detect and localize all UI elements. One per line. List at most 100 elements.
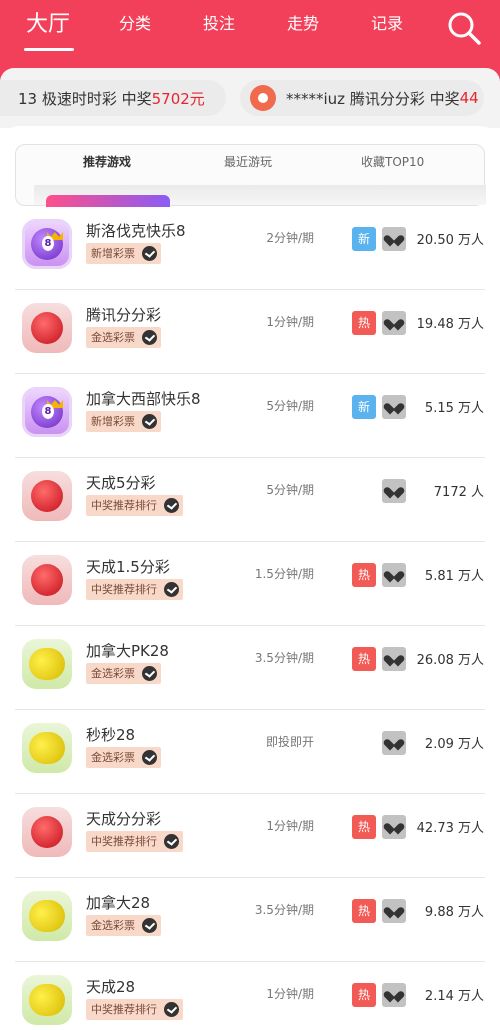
- game-row[interactable]: 加拿大PK28 金选彩票 3.5分钟/期 热 26.08 万人: [0, 626, 500, 710]
- game-tag[interactable]: 金选彩票: [86, 327, 161, 348]
- game-tag[interactable]: 新增彩票: [86, 243, 161, 264]
- player-count: 5.81 万人: [424, 569, 484, 584]
- game-tag-label: 金选彩票: [91, 667, 135, 680]
- game-name: 天成28: [86, 978, 136, 996]
- game-row[interactable]: 腾讯分分彩 金选彩票 1分钟/期 热 19.48 万人: [0, 290, 500, 374]
- game-tag[interactable]: 新增彩票: [86, 411, 161, 432]
- game-tag[interactable]: 金选彩票: [86, 915, 161, 936]
- game-row[interactable]: 天成5分彩 中奖推荐排行 5分钟/期 7172 人: [0, 458, 500, 542]
- heart-favorite-icon[interactable]: [382, 563, 406, 587]
- game-name: 天成1.5分彩: [86, 558, 170, 576]
- draw-period: 1分钟/期: [266, 315, 314, 329]
- chevron-right-icon: [142, 918, 157, 933]
- nav-tab-bet[interactable]: 投注: [203, 10, 235, 34]
- game-tag-label: 中奖推荐排行: [91, 1003, 157, 1016]
- game-name: 加拿大西部快乐8: [86, 390, 201, 408]
- player-count: 42.73 万人: [416, 821, 484, 836]
- draw-period: 3.5分钟/期: [254, 651, 314, 665]
- game-tag[interactable]: 中奖推荐排行: [86, 495, 183, 516]
- draw-period: 3.5分钟/期: [254, 903, 314, 917]
- yellow-balls-icon[interactable]: [22, 639, 72, 689]
- chevron-right-icon: [164, 1002, 179, 1017]
- tab-recommended[interactable]: 推荐游戏: [83, 153, 131, 170]
- game-tag-label: 中奖推荐排行: [91, 583, 157, 596]
- heart-favorite-icon[interactable]: [382, 647, 406, 671]
- game-name: 加拿大PK28: [86, 642, 169, 660]
- heart-favorite-icon[interactable]: [382, 983, 406, 1007]
- game-tag[interactable]: 中奖推荐排行: [86, 831, 183, 852]
- nav-tab-lobby[interactable]: 大厅: [26, 6, 70, 38]
- game-name: 斯洛伐克快乐8: [86, 222, 186, 240]
- game-tag[interactable]: 中奖推荐排行: [86, 999, 183, 1020]
- heart-favorite-icon[interactable]: [382, 311, 406, 335]
- game-tag[interactable]: 中奖推荐排行: [86, 579, 183, 600]
- hot-badge: 热: [352, 311, 376, 335]
- game-row[interactable]: 天成28 中奖推荐排行 1分钟/期 热 2.14 万人: [0, 962, 500, 1030]
- game-tag-label: 金选彩票: [91, 751, 135, 764]
- draw-period: 1分钟/期: [266, 987, 314, 1001]
- heart-favorite-icon[interactable]: [382, 815, 406, 839]
- player-count: 9.88 万人: [424, 905, 484, 920]
- red-ball-icon[interactable]: [22, 807, 72, 857]
- chevron-right-icon: [164, 582, 179, 597]
- hot-badge: 热: [352, 563, 376, 587]
- yellow-balls-icon[interactable]: [22, 975, 72, 1025]
- purple-8-ball-icon[interactable]: 8: [22, 387, 72, 437]
- new-badge: 新: [352, 395, 376, 419]
- game-row[interactable]: 天成分分彩 中奖推荐排行 1分钟/期 热 42.73 万人: [0, 794, 500, 878]
- chevron-right-icon: [142, 246, 157, 261]
- lottery-logo-icon: [250, 85, 276, 111]
- game-tag-label: 中奖推荐排行: [91, 835, 157, 848]
- game-tag[interactable]: 金选彩票: [86, 663, 161, 684]
- game-row[interactable]: 8 斯洛伐克快乐8 新增彩票 2分钟/期 新 20.50 万人: [0, 206, 500, 290]
- game-name: 加拿大28: [86, 894, 151, 912]
- ticker-item: *****iuz 腾讯分分彩 中奖 44: [240, 80, 484, 116]
- ticker-item: 13 极速时时彩 中奖 5702元: [0, 80, 226, 116]
- purple-8-ball-icon[interactable]: 8: [22, 219, 72, 269]
- hot-badge: 热: [352, 647, 376, 671]
- game-row[interactable]: 秒秒28 金选彩票 即投即开 2.09 万人: [0, 710, 500, 794]
- draw-period: 5分钟/期: [266, 483, 314, 497]
- chevron-right-icon: [142, 414, 157, 429]
- yellow-balls-icon[interactable]: [22, 891, 72, 941]
- ball-icon: [31, 816, 63, 848]
- player-count: 7172 人: [433, 485, 484, 500]
- tab-favorites-top10[interactable]: 收藏TOP10: [361, 153, 424, 170]
- ball-icon: [29, 900, 65, 932]
- ball-icon: [29, 648, 65, 680]
- red-ball-icon[interactable]: [22, 303, 72, 353]
- game-tag-label: 中奖推荐排行: [91, 499, 157, 512]
- tab-recent[interactable]: 最近游玩: [224, 153, 272, 170]
- heart-favorite-icon[interactable]: [382, 395, 406, 419]
- player-count: 19.48 万人: [416, 317, 484, 332]
- game-row[interactable]: 8 加拿大西部快乐8 新增彩票 5分钟/期 新 5.15 万人: [0, 374, 500, 458]
- game-name: 秒秒28: [86, 726, 136, 744]
- active-tab-underline: [24, 48, 74, 51]
- heart-favorite-icon[interactable]: [382, 899, 406, 923]
- ball-icon: [31, 480, 63, 512]
- player-count: 2.09 万人: [424, 737, 484, 752]
- heart-favorite-icon[interactable]: [382, 227, 406, 251]
- ball-number: 8: [42, 404, 54, 419]
- player-count: 2.14 万人: [424, 989, 484, 1004]
- red-ball-icon[interactable]: [22, 471, 72, 521]
- chevron-right-icon: [142, 750, 157, 765]
- heart-favorite-icon[interactable]: [382, 479, 406, 503]
- ticker-text: *****iuz 腾讯分分彩 中奖: [286, 89, 460, 108]
- nav-tab-category[interactable]: 分类: [119, 10, 151, 34]
- game-row[interactable]: 加拿大28 金选彩票 3.5分钟/期 热 9.88 万人: [0, 878, 500, 962]
- search-icon[interactable]: [446, 10, 482, 46]
- game-tag-label: 金选彩票: [91, 331, 135, 344]
- game-tag[interactable]: 金选彩票: [86, 747, 161, 768]
- ball-icon: [29, 732, 65, 764]
- nav-tab-trend[interactable]: 走势: [287, 10, 319, 34]
- heart-favorite-icon[interactable]: [382, 731, 406, 755]
- ticker-text: 13 极速时时彩 中奖: [18, 89, 152, 108]
- yellow-balls-icon[interactable]: [22, 723, 72, 773]
- chevron-right-icon: [142, 330, 157, 345]
- red-ball-icon[interactable]: [22, 555, 72, 605]
- draw-period: 5分钟/期: [266, 399, 314, 413]
- game-row[interactable]: 天成1.5分彩 中奖推荐排行 1.5分钟/期 热 5.81 万人: [0, 542, 500, 626]
- player-count: 5.15 万人: [424, 401, 484, 416]
- nav-tab-records[interactable]: 记录: [371, 10, 403, 34]
